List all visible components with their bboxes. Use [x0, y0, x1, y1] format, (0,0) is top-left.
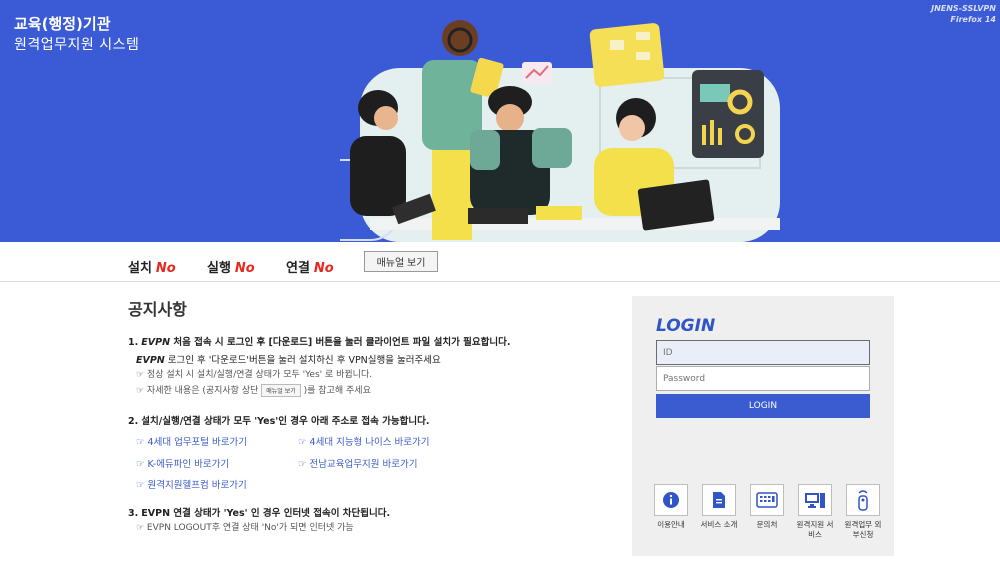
- login-button[interactable]: LOGIN: [656, 394, 870, 418]
- link-jeonnam-support[interactable]: ☞ 전남교육업무지원 바로가기: [298, 456, 417, 470]
- login-panel: LOGIN LOGIN 이용안내 서비스 소개 문의처 원격지원 서비스: [632, 296, 894, 556]
- status-bar: 설치 No 실행 No 연결 No: [0, 242, 1000, 282]
- document-icon[interactable]: [702, 484, 736, 516]
- notice-item-1-sub-1: EVPN 로그인 후 '다운로드'버튼을 눌러 설치하신 후 VPN실행을 눌러…: [136, 352, 441, 366]
- header-banner: 교육(행정)기관 원격업무지원 시스템 JNENS-SSLVPN Firefox…: [0, 0, 1000, 242]
- client-name: JNENS-SSLVPN: [931, 4, 996, 13]
- login-title: LOGIN: [656, 316, 716, 336]
- service-guide-label: 이용안내: [657, 520, 685, 529]
- notice-item-1-num: 1.: [128, 337, 139, 348]
- computer-icon[interactable]: [798, 484, 832, 516]
- password-input[interactable]: [656, 366, 870, 391]
- service-contact[interactable]: 문의처: [748, 484, 786, 540]
- service-contact-label: 문의처: [756, 520, 778, 529]
- status-connect-label: 연결: [286, 261, 310, 276]
- service-intro-label: 서비스 소개: [700, 520, 738, 529]
- status-run-value: No: [234, 261, 255, 276]
- status-install-value: No: [155, 261, 176, 276]
- site-title-main: 교육(행정)기관: [14, 15, 111, 33]
- client-info: JNENS-SSLVPN Firefox 14: [931, 3, 996, 25]
- notice-item-3-num: 3.: [128, 508, 139, 519]
- team-illustration: [340, 20, 780, 242]
- service-remote-support[interactable]: 원격지원 서비스: [796, 484, 834, 540]
- client-browser: Firefox 14: [950, 15, 996, 24]
- notice-item-3-text: EVPN 연결 상태가 'Yes' 인 경우 인터넷 접속이 차단됩니다.: [141, 508, 391, 519]
- link-neis[interactable]: ☞ 4세대 지능형 나이스 바로가기: [298, 434, 430, 448]
- notice-item-1-sub-3-a: ☞ 자세한 내용은 (공지사항 상단: [136, 386, 259, 396]
- status-run-label: 실행: [207, 261, 231, 276]
- notice-title: 공지사항: [128, 300, 187, 319]
- notice-item-1-sub-3-b: )를 참고해 주세요: [303, 386, 371, 396]
- notice-item-1-text: 처음 접속 시 로그인 후 [다운로드] 버튼을 눌러 클라이언트 파일 설치가…: [170, 337, 511, 348]
- site-title-sub: 원격업무지원 시스템: [14, 37, 140, 53]
- status-install-label: 설치: [128, 261, 152, 276]
- site-title: 교육(행정)기관 원격업무지원 시스템: [14, 14, 139, 56]
- link-portal[interactable]: ☞ 4세대 업무포털 바로가기: [136, 434, 247, 448]
- notice-item-3: 3. EVPN 연결 상태가 'Yes' 인 경우 인터넷 접속이 차단됩니다.: [128, 505, 390, 519]
- status-connect: 연결 No: [286, 257, 334, 276]
- service-remote-support-label: 원격지원 서비스: [796, 520, 834, 539]
- status-run: 실행 No: [207, 257, 255, 276]
- link-helpcom[interactable]: ☞ 원격지원헬프컴 바로가기: [136, 477, 247, 491]
- notice-item-2-text: 설치/실행/연결 상태가 모두 'Yes'인 경우 아래 주소로 접속 가능합니…: [141, 416, 430, 427]
- notice-item-1-prefix: EVPN: [141, 337, 171, 348]
- notice-item-1: 1. EVPN 처음 접속 시 로그인 후 [다운로드] 버튼을 눌러 클라이언…: [128, 334, 510, 348]
- link-edufine[interactable]: ☞ K-에듀파인 바로가기: [136, 456, 229, 470]
- inline-manual-button[interactable]: 매뉴얼 보기: [261, 384, 301, 397]
- status-install: 설치 No: [128, 257, 176, 276]
- info-icon[interactable]: [654, 484, 688, 516]
- phone-keypad-icon[interactable]: [750, 484, 784, 516]
- service-external-request[interactable]: 원격업무 외부신청: [844, 484, 882, 540]
- notice-item-2: 2. 설치/실행/연결 상태가 모두 'Yes'인 경우 아래 주소로 접속 가…: [128, 413, 429, 427]
- notice-item-3-sub: ☞ EVPN LOGOUT후 연결 상태 'No'가 되면 인터넷 가능: [136, 523, 354, 533]
- notice-item-1-sub-1-text: 로그인 후 '다운로드'버튼을 눌러 설치하신 후 VPN실행을 눌러주세요: [164, 355, 441, 366]
- remote-icon[interactable]: [846, 484, 880, 516]
- service-guide[interactable]: 이용안내: [652, 484, 690, 540]
- notice-item-2-num: 2.: [128, 416, 139, 427]
- status-connect-value: No: [313, 261, 334, 276]
- notice-item-1-sub-1-prefix: EVPN: [136, 355, 165, 366]
- notice-section: 공지사항: [128, 296, 608, 338]
- service-intro[interactable]: 서비스 소개: [700, 484, 738, 540]
- service-external-request-label: 원격업무 외부신청: [844, 520, 882, 539]
- notice-item-1-sub-3: ☞ 자세한 내용은 (공지사항 상단 매뉴얼 보기 )를 참고해 주세요: [136, 383, 371, 397]
- service-shortcuts: 이용안내 서비스 소개 문의처 원격지원 서비스 원격업무 외부신청: [652, 484, 882, 540]
- id-input[interactable]: [656, 340, 870, 365]
- manual-button[interactable]: 매뉴얼 보기: [364, 251, 438, 272]
- notice-item-1-sub-2: ☞ 정상 설치 시 설치/실행/연결 상태가 모두 'Yes' 로 바뀝니다.: [136, 370, 373, 380]
